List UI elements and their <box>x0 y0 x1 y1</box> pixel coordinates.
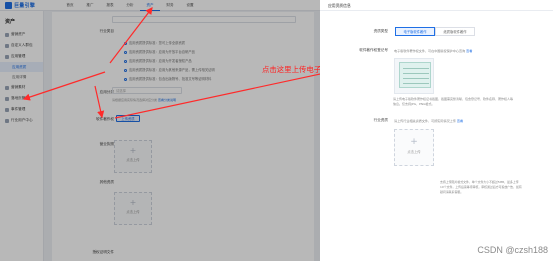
type-option[interactable]: 电子版软件著作 <box>395 27 435 36</box>
copyright-sample-image[interactable] <box>394 58 434 94</box>
drawer-copyright-link[interactable]: 查看 <box>466 49 472 53</box>
industry-upload-text: 点击上传 <box>407 150 421 154</box>
modal-overlay[interactable] <box>0 0 320 261</box>
industry-label: 行业资质 <box>373 118 388 122</box>
drawer-title: 应用资质信息 <box>320 0 553 11</box>
industry-hint-text: 请上传行业相关资质文件，可按实际情况上传 <box>394 119 456 123</box>
type-option[interactable]: 纸质版软件著作 <box>435 27 475 36</box>
watermark: CSDN @czsh188 <box>477 245 548 255</box>
type-label: 资质类型 <box>373 29 388 33</box>
sample-note: 请上传电子版软件著作权证书截图，截图需完整清晰，包含登记号、软件名称、著作权人等… <box>393 97 514 106</box>
certificate-line <box>403 83 429 84</box>
certificate-line <box>403 73 429 74</box>
drawer-copyright-hint: 电子版软件著作权文件，可在中国版权保护中心查询 查看 <box>394 48 472 53</box>
industry-hint: 请上传行业相关资质文件，可按实际情况上传 查看 <box>394 118 463 123</box>
industry-upload[interactable]: + 点击上传 <box>394 129 434 166</box>
certificate-line <box>403 68 429 69</box>
certificate-preview <box>399 62 431 88</box>
certificate-line <box>403 78 429 79</box>
industry-link[interactable]: 查看 <box>457 119 463 123</box>
plus-icon: + <box>410 137 418 147</box>
type-toggle: 电子版软件著作 纸质版软件著作 <box>395 27 475 36</box>
qualification-drawer: 应用资质信息 <box>320 0 553 261</box>
upload-description: 支持上传图片格式文件，单个文件大小不超过5MB，最多上传10个文件，上传后需等待… <box>440 180 522 194</box>
drawer-copyright-hint-text: 电子版软件著作权文件，可在中国版权保护中心查询 <box>394 49 466 53</box>
drawer-copyright-label: 软件著作权登记号 <box>359 48 388 52</box>
